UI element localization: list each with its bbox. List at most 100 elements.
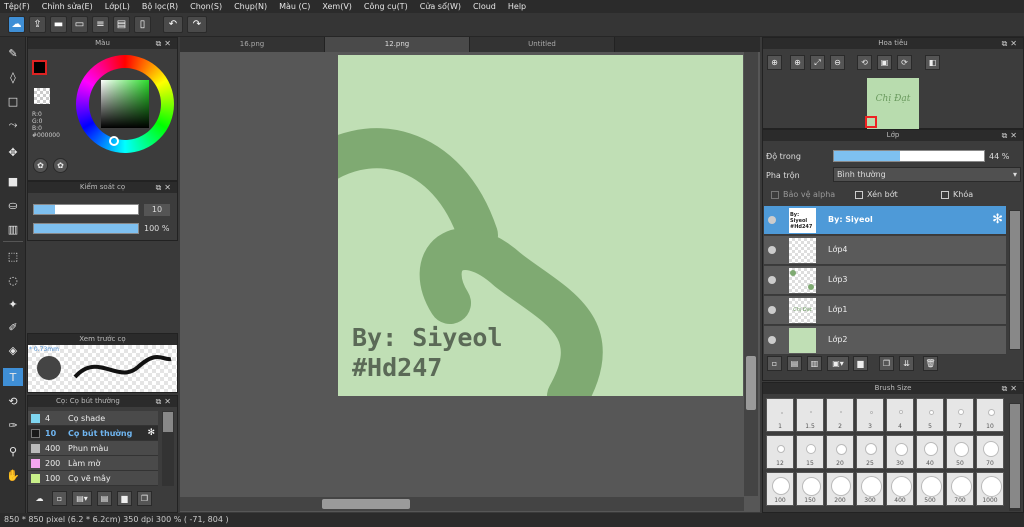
cloud-icon[interactable]: ☁	[8, 16, 25, 33]
visibility-icon[interactable]	[768, 246, 776, 254]
brush-size-option[interactable]: 4	[886, 398, 914, 432]
panel-controls-icon[interactable]: ⧉✕	[156, 396, 174, 407]
magic-wand-tool-icon[interactable]: ✦	[3, 295, 23, 313]
blend-mode-select[interactable]: Bình thường ▾	[833, 167, 1021, 182]
merge-layer-icon[interactable]: ⇊	[899, 356, 914, 371]
vertical-scroll-thumb[interactable]	[746, 356, 756, 410]
canvas-horizontal-scrollbar[interactable]	[180, 497, 744, 511]
new-brush-icon[interactable]: ▫	[52, 491, 67, 506]
select-rect-tool-icon[interactable]: ⬚	[3, 247, 23, 265]
menu-filter[interactable]: Bộ lọc(R)	[142, 2, 178, 11]
panel-controls-icon[interactable]: ⧉✕	[156, 182, 174, 193]
layer-row-selected[interactable]: By: Siyeol #Hd247 By: Siyeol ✻	[764, 206, 1006, 235]
clipping-checkbox[interactable]	[855, 191, 863, 199]
menu-help[interactable]: Help	[508, 2, 526, 11]
eyedropper-pen-tool-icon[interactable]: ✑	[3, 416, 23, 434]
duplicate-layer-icon[interactable]: ❐	[879, 356, 894, 371]
lock-checkbox[interactable]	[941, 191, 949, 199]
menu-capture[interactable]: Chụp(N)	[234, 2, 267, 11]
folder-icon[interactable]: ▆	[117, 491, 132, 506]
lasso-tool-icon[interactable]: ◌	[3, 271, 23, 289]
layer-row[interactable]: Lớp2	[764, 326, 1006, 355]
tab-untitled[interactable]: Untitled	[470, 37, 615, 52]
horizontal-scroll-thumb[interactable]	[322, 499, 410, 509]
new-raster-layer-icon[interactable]: ▥	[807, 356, 822, 371]
palette-icon[interactable]: ✿	[33, 158, 48, 173]
undo-icon[interactable]: ↶	[163, 16, 183, 33]
document-icon[interactable]: ≡	[92, 16, 109, 33]
flip-icon[interactable]: ◧	[925, 55, 940, 70]
fill-rect-tool-icon[interactable]: ■	[3, 172, 23, 190]
cloud-brush-icon[interactable]: ☁	[32, 491, 47, 506]
brush-size-option[interactable]: 150	[796, 472, 824, 506]
layer-row[interactable]: Chị Đạt Lớp1	[764, 296, 1006, 325]
select-pen-tool-icon[interactable]: ✐	[3, 318, 23, 336]
brush-size-option[interactable]: 400	[886, 472, 914, 506]
visibility-icon[interactable]	[768, 276, 776, 284]
brush-size-scrollbar[interactable]	[1009, 403, 1021, 511]
brush-size-option[interactable]: 1	[766, 398, 794, 432]
brush-size-option[interactable]: 2	[826, 398, 854, 432]
add-brush-menu-icon[interactable]: ▤▾	[72, 491, 92, 506]
brush-size-option[interactable]: 700	[946, 472, 974, 506]
brush-size-option[interactable]: 100	[766, 472, 794, 506]
brush-item[interactable]: 200 Làm mờ	[28, 456, 158, 471]
rectangle-tool-icon[interactable]: □	[3, 92, 23, 110]
brush-size-option[interactable]: 3	[856, 398, 884, 432]
brush-item[interactable]: 400 Phun màu	[28, 441, 158, 456]
menu-view[interactable]: Xem(V)	[322, 2, 352, 11]
brush-item[interactable]: 4 Cọ shade	[28, 411, 158, 426]
panel-controls-icon[interactable]: ⧉✕	[1002, 130, 1020, 141]
brush-size-value[interactable]: 10	[144, 204, 170, 216]
panel-controls-icon[interactable]: ⧉✕	[1002, 38, 1020, 49]
brush-size-option[interactable]: 500	[916, 472, 944, 506]
bucket-tool-icon[interactable]: ⛀	[3, 196, 23, 214]
gradient-tool-icon[interactable]: ▥	[3, 220, 23, 238]
new-layer-alt-icon[interactable]: ▤	[787, 356, 802, 371]
protect-alpha-checkbox[interactable]	[771, 191, 779, 199]
brush-size-option[interactable]: 200	[826, 472, 854, 506]
document-canvas[interactable]: By: Siyeol #Hd247	[338, 55, 743, 396]
layer-row[interactable]: Lớp4	[764, 236, 1006, 265]
tablet-icon[interactable]: ▯	[134, 16, 151, 33]
brush-size-option[interactable]: 25	[856, 435, 884, 469]
brush-item[interactable]: 100 Cọ vẽ mây	[28, 471, 158, 486]
brush-size-option[interactable]: 5	[916, 398, 944, 432]
zoom-in-icon[interactable]: ⊕	[767, 55, 782, 70]
menu-layer[interactable]: Lớp(L)	[105, 2, 130, 11]
eraser-tool-icon[interactable]: ◊	[3, 68, 23, 86]
visibility-icon[interactable]	[768, 336, 776, 344]
menu-window[interactable]: Cửa sổ(W)	[420, 2, 461, 11]
navigator-thumbnail[interactable]: Chị Đạt	[865, 78, 919, 129]
curve-tool-icon[interactable]: ⤳	[3, 116, 23, 134]
move-tool-icon[interactable]: ✥	[3, 143, 23, 161]
fit-screen-icon[interactable]: ⤢	[810, 55, 825, 70]
brush-size-option[interactable]: 20	[826, 435, 854, 469]
brush-size-option[interactable]: 1.5	[796, 398, 824, 432]
menu-select[interactable]: Chọn(S)	[190, 2, 222, 11]
layer-settings-icon[interactable]: ✻	[992, 212, 1003, 227]
visibility-icon[interactable]	[768, 216, 776, 224]
brush-size-option[interactable]: 12	[766, 435, 794, 469]
menu-file[interactable]: Tệp(F)	[4, 2, 30, 11]
brush-size-option[interactable]: 70	[976, 435, 1004, 469]
brush-size-option[interactable]: 7	[946, 398, 974, 432]
hand-tool-icon[interactable]: ✋	[3, 466, 23, 484]
add-layer-menu-icon[interactable]: ▣▾	[827, 356, 849, 371]
menu-cloud[interactable]: Cloud	[473, 2, 496, 11]
visibility-icon[interactable]	[768, 306, 776, 314]
reset-view-icon[interactable]: ▣	[877, 55, 892, 70]
palette-settings-icon[interactable]: ✿	[53, 158, 68, 173]
hue-handle[interactable]	[109, 136, 119, 146]
window-icon[interactable]: ▭	[71, 16, 88, 33]
transform-tool-icon[interactable]: ⟲	[3, 392, 23, 410]
brush-size-option[interactable]: 10	[976, 398, 1004, 432]
menu-color[interactable]: Màu (C)	[279, 2, 310, 11]
select-eraser-tool-icon[interactable]: ◈	[3, 341, 23, 359]
panel-controls-icon[interactable]: ⧉✕	[1002, 383, 1020, 394]
zoom-out-icon[interactable]: ⊖	[830, 55, 845, 70]
panel-controls-icon[interactable]: ⧉✕	[156, 38, 174, 49]
color-wheel[interactable]	[76, 55, 174, 153]
export-icon[interactable]: ⇪	[29, 16, 46, 33]
canvas-vertical-scrollbar[interactable]	[744, 52, 758, 496]
